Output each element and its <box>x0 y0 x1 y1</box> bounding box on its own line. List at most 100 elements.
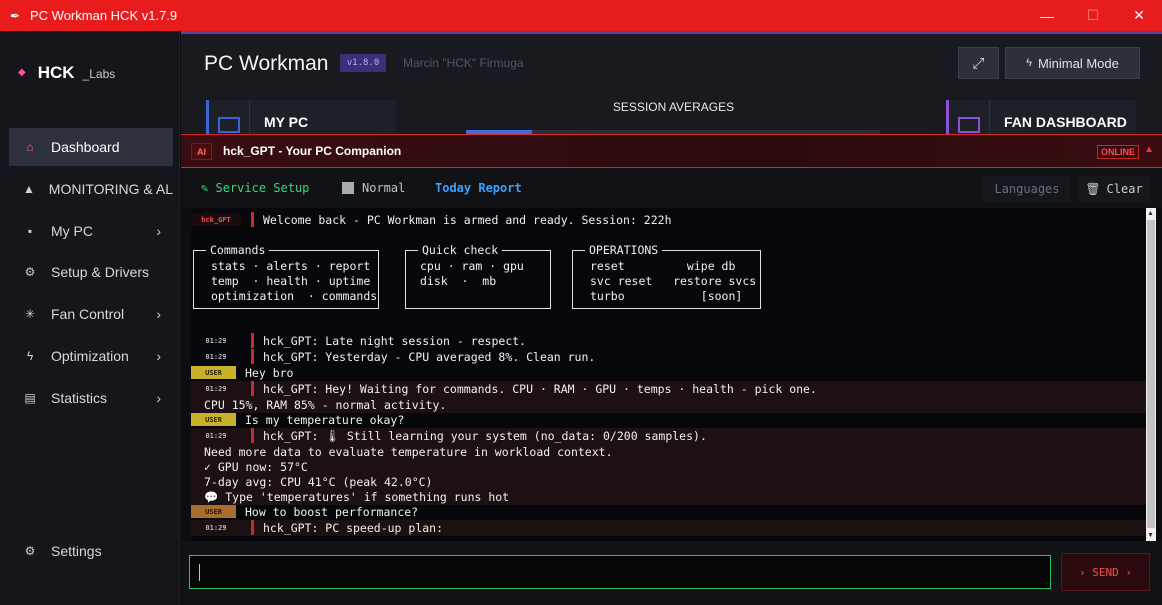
bot-message-row: 01:29 hck_GPT: Yesterday - CPU averaged 8… <box>191 349 1146 365</box>
message-bar <box>251 381 254 396</box>
message-text: hck_GPT: Hey! Waiting for commands. CPU … <box>263 382 817 396</box>
message-text: hck_GPT: Late night session - respect. <box>263 334 527 348</box>
timestamp: 01:29 <box>205 384 227 393</box>
close-button[interactable]: ✕ <box>1116 0 1162 31</box>
chat-scrollbar[interactable]: ▲ ▼ <box>1146 208 1156 541</box>
gear-icon: ⚙ <box>24 544 36 558</box>
scroll-down-icon[interactable]: ▼ <box>1147 532 1154 539</box>
operations-line: svc reset restore svcs <box>590 274 757 288</box>
app-feather-icon: ✒ <box>10 8 21 23</box>
bot-message-row: 01:29 hck_GPT: 🌡 Still learning your syst… <box>191 428 1146 444</box>
send-button[interactable]: › SEND › <box>1061 553 1150 591</box>
monitor-icon <box>218 117 240 133</box>
gpt-panel-header[interactable]: AI hck_GPT - Your PC Companion ONLINE ▲ <box>181 134 1162 168</box>
card-divider <box>249 100 250 137</box>
dashboard-header: PC Workman v1.8.0 Marcin "HCK" Firmuga ⤢… <box>181 31 1162 137</box>
window-title: PC Workman HCK v1.7.9 <box>30 8 178 23</box>
sidebar-item-label: Setup & Drivers <box>51 264 150 280</box>
service-setup-button[interactable]: ✎ Service Setup <box>201 181 309 195</box>
expand-button[interactable]: ⤢ <box>958 47 999 79</box>
home-icon: ⌂ <box>26 140 34 154</box>
operations-line: turbo [soon] <box>590 289 743 303</box>
message-continuation-row: 7-day avg: CPU 41°C (peak 42.0°C) <box>191 474 1146 490</box>
normal-toggle[interactable]: Normal <box>342 181 405 195</box>
message-text: CPU 15%, RAM 85% - normal activity. <box>204 398 447 412</box>
quick-check-title: Quick check <box>418 243 503 257</box>
sidebar-item-fan-control[interactable]: ✳ Fan Control › <box>9 295 173 333</box>
stats-icon: ▤ <box>24 391 36 405</box>
expand-icon: ⤢ <box>972 54 985 72</box>
scrollbar-thumb[interactable] <box>1147 220 1155 528</box>
user-message-row: USER How to boost performance? <box>191 504 1146 520</box>
bolt-icon: ϟ <box>1026 57 1032 69</box>
minimal-mode-label: Minimal Mode <box>1037 55 1119 71</box>
user-tag: USER <box>191 505 236 518</box>
commands-line: optimization · commands <box>211 289 378 303</box>
message-continuation-row: 💬 Type 'temperatures' if something runs … <box>191 489 1146 505</box>
message-continuation-row: ✓ GPU now: 57°C <box>191 459 1146 475</box>
minimize-button[interactable]: — <box>1024 0 1070 31</box>
user-message-row: USER Hey bro <box>191 365 1146 381</box>
quick-check-line: cpu · ram · gpu <box>420 259 524 273</box>
clear-button[interactable]: 🗑 Clear <box>1079 176 1149 202</box>
message-text: Need more data to evaluate temperature i… <box>204 445 613 459</box>
normal-label: Normal <box>362 181 406 195</box>
timestamp: 01:29 <box>205 523 227 532</box>
diamond-icon: ◆ <box>18 67 26 78</box>
commands-title: Commands <box>206 243 270 257</box>
bot-message-row: 01:29 hck_GPT: Late night session - respe… <box>191 333 1146 349</box>
fan-monitor-icon <box>958 117 980 133</box>
message-continuation-row: Need more data to evaluate temperature i… <box>191 444 1146 460</box>
operations-title: OPERATIONS <box>585 243 663 257</box>
message-bar <box>251 212 254 227</box>
message-text: hck_GPT: Yesterday - CPU averaged 8%. Cl… <box>263 350 596 364</box>
message-text: hck_GPT: 🌡 Still learning your system (n… <box>263 429 707 443</box>
sidebar-item-label: Optimization <box>51 348 129 364</box>
author-label: Marcin "HCK" Firmuga <box>403 56 524 70</box>
chevron-right-icon: › <box>156 223 161 239</box>
sidebar-item-label: Settings <box>51 543 102 559</box>
hck-gpt-tag: hck_GPT <box>191 213 241 226</box>
timestamp: 01:29 <box>205 352 227 361</box>
bolt-icon: ϟ <box>26 349 34 363</box>
user-tag: USER <box>191 413 236 426</box>
sidebar-item-statistics[interactable]: ▤ Statistics › <box>9 379 173 417</box>
user-message-row: USER Is my temperature okay? <box>191 412 1146 428</box>
card-divider <box>989 100 990 137</box>
session-averages-title: SESSION AVERAGES <box>612 100 735 114</box>
languages-button[interactable]: Languages <box>983 176 1071 202</box>
sidebar-item-settings[interactable]: ⚙ Settings <box>9 532 173 570</box>
fan-dashboard-card[interactable]: FAN DASHBOARD <box>946 100 1136 137</box>
my-pc-card[interactable]: MY PC <box>206 100 396 137</box>
warning-icon: ▲ <box>22 182 35 196</box>
pc-icon: ▪ <box>27 224 33 238</box>
bot-message-row: 01:29 hck_GPT: Hey! Waiting for commands.… <box>191 381 1146 397</box>
gpt-toolbar: ✎ Service Setup Normal Today Report Lang… <box>181 168 1162 208</box>
checkbox-icon[interactable] <box>342 182 354 194</box>
timestamp: 01:29 <box>205 336 227 345</box>
chevron-right-icon: › <box>156 390 161 406</box>
sidebar-item-setup-drivers[interactable]: ⚙ Setup & Drivers <box>9 253 173 291</box>
chat-input[interactable] <box>189 555 1051 589</box>
sidebar-item-monitoring-al[interactable]: ▲ MONITORING & AL <box>9 170 173 208</box>
text-caret <box>199 564 200 581</box>
scroll-up-icon[interactable]: ▲ <box>1147 210 1154 217</box>
collapse-arrow-icon[interactable]: ▲ <box>1144 144 1154 155</box>
message-continuation-row: CPU 15%, RAM 85% - normal activity. <box>191 397 1146 413</box>
brand-logo: ◆ HCK _Labs <box>18 63 115 83</box>
sidebar-item-label: MONITORING & AL <box>48 181 173 197</box>
maximize-button[interactable]: ☐ <box>1070 0 1116 31</box>
timestamp: 01:29 <box>205 431 227 440</box>
chevron-right-icon: › <box>156 348 161 364</box>
sidebar-item-dashboard[interactable]: ⌂ Dashboard <box>9 128 173 166</box>
chat-log[interactable]: hck_GPT Welcome back - PC Workman is arm… <box>191 208 1146 541</box>
gpt-title: hck_GPT - Your PC Companion <box>223 144 402 158</box>
welcome-row: hck_GPT Welcome back - PC Workman is arm… <box>191 212 1146 228</box>
minimal-mode-button[interactable]: ϟ Minimal Mode <box>1005 47 1140 79</box>
sidebar-item-label: Fan Control <box>51 306 125 322</box>
today-report-button[interactable]: Today Report <box>435 181 522 195</box>
sidebar: ◆ HCK _Labs ⌂ Dashboard ▲ MONITORING & AL ▪ M… <box>0 31 180 605</box>
sidebar-item-optimization[interactable]: ϟ Optimization › <box>9 337 173 375</box>
sidebar-item-my-pc[interactable]: ▪ My PC › <box>9 212 173 250</box>
quick-check-box: Quick check cpu · ram · gpu disk · mb <box>405 243 551 309</box>
